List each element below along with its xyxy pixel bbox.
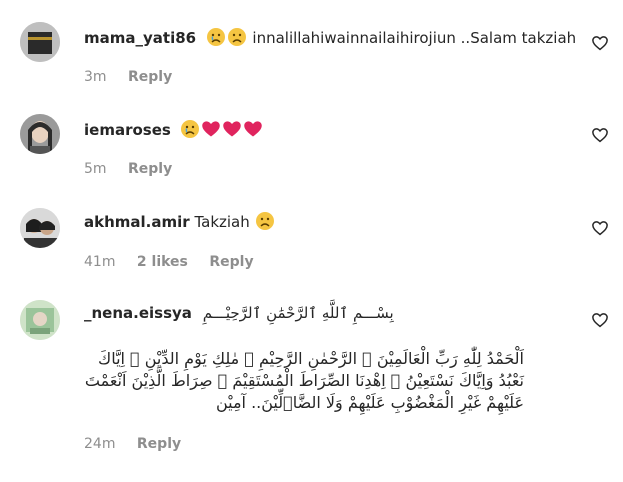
sad-face-emoji-icon: [255, 211, 275, 231]
username[interactable]: iemaroses: [84, 121, 171, 139]
likes-count[interactable]: 2 likes: [137, 254, 188, 270]
red-heart-emoji-icon: [222, 119, 242, 139]
timestamp: 24m: [84, 436, 116, 452]
comment-line: akhmal.amir Takziah: [84, 211, 276, 232]
reply-button[interactable]: Reply: [128, 69, 172, 85]
username[interactable]: _nena.eissya: [84, 304, 192, 322]
avatar[interactable]: [20, 208, 60, 248]
comment-meta: 3m Reply: [84, 69, 189, 85]
reply-button[interactable]: Reply: [209, 254, 253, 270]
red-heart-emoji-icon: [243, 119, 263, 139]
comment-text: innalillahiwainnailaihirojiun ..Salam ta…: [252, 29, 577, 47]
avatar[interactable]: [20, 114, 60, 154]
like-heart-icon[interactable]: [591, 311, 609, 329]
reply-button[interactable]: Reply: [128, 161, 172, 177]
username[interactable]: akhmal.amir: [84, 213, 190, 231]
sad-face-emoji-icon: [227, 27, 247, 47]
comment-meta: 24m Reply: [84, 436, 198, 452]
avatar[interactable]: [20, 22, 60, 62]
timestamp: 3m: [84, 69, 107, 85]
comment-meta: 41m 2 likes Reply: [84, 254, 271, 270]
comment-line: _nena.eissya بِسْـــمِ ٱللَّهِ ٱلرَّحْمَ…: [84, 303, 394, 323]
timestamp: 5m: [84, 161, 107, 177]
sad-face-emoji-icon: [206, 27, 226, 47]
comment-text: اَلْحَمْدُ لِلّٰهِ رَبِّ الْعَالَمِيْنَ …: [84, 349, 524, 412]
like-heart-icon[interactable]: [591, 126, 609, 144]
reply-button[interactable]: Reply: [137, 436, 181, 452]
like-heart-icon[interactable]: [591, 34, 609, 52]
comment-line: iemaroses: [84, 119, 264, 140]
comment-meta: 5m Reply: [84, 161, 189, 177]
sad-face-emoji-icon: [180, 119, 200, 139]
timestamp: 41m: [84, 254, 116, 270]
username[interactable]: mama_yati86: [84, 29, 196, 47]
comment-text: Takziah: [194, 213, 250, 231]
like-heart-icon[interactable]: [591, 219, 609, 237]
comment-title-arabic: بِسْـــمِ ٱللَّهِ ٱلرَّحْمَٰنِ ٱلرَّحِيْ…: [202, 304, 394, 322]
avatar[interactable]: [20, 300, 60, 340]
red-heart-emoji-icon: [201, 119, 221, 139]
comment-line: mama_yati86 innalillahiwainnailaihirojiu…: [84, 27, 576, 48]
